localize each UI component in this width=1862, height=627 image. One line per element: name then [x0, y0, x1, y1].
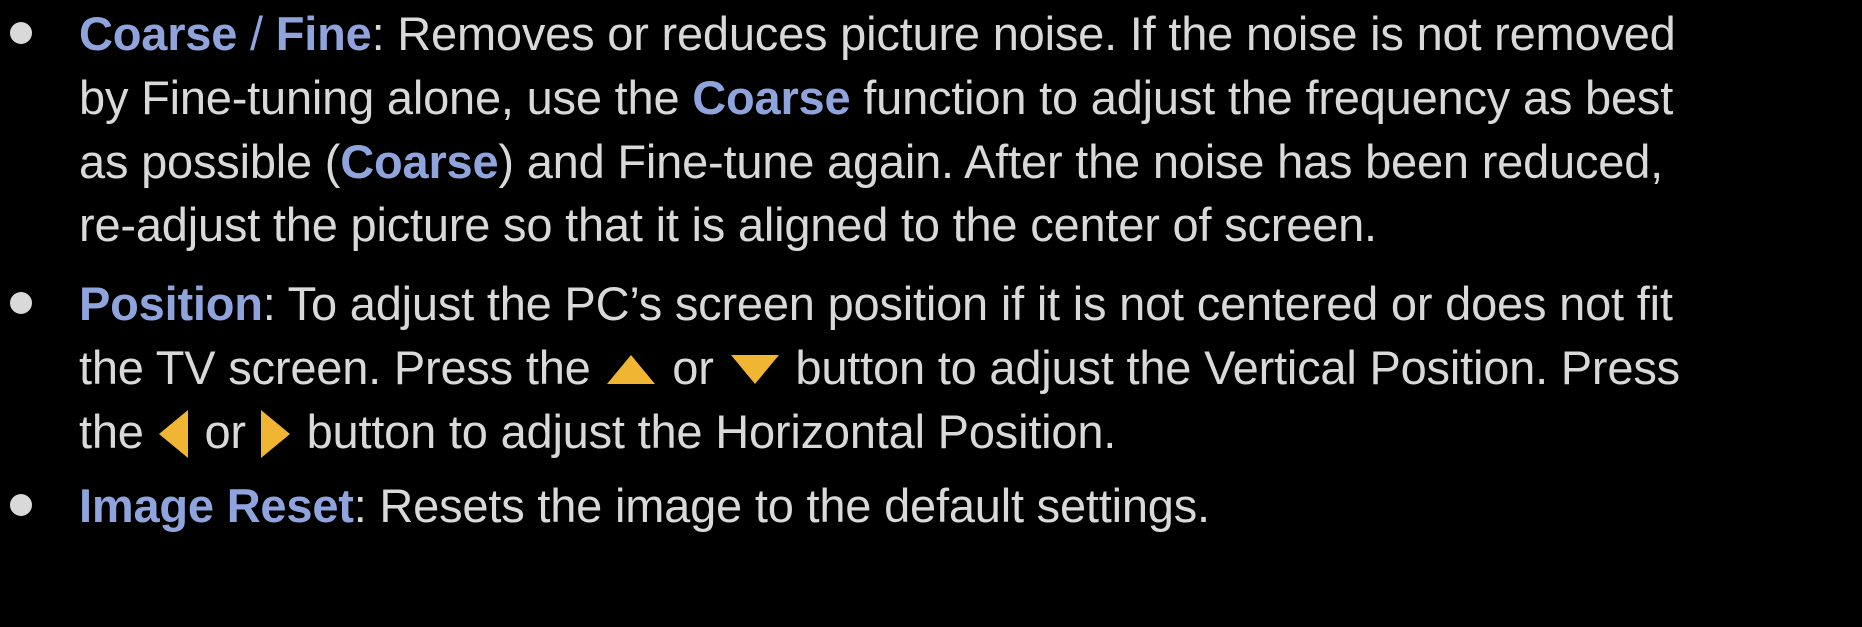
description-text: ) and Fine-tune again. After the noise h… [498, 135, 1664, 188]
term-coarse: Coarse [79, 7, 238, 60]
description-text: the [79, 405, 157, 458]
description-text: : Resets the image to the default settin… [353, 479, 1210, 532]
text-line: Position: To adjust the PC’s screen posi… [79, 276, 1673, 332]
up-arrow-icon [607, 355, 656, 385]
description-text: as possible ( [79, 135, 341, 188]
bullet-dot [10, 22, 32, 44]
description-text: by Fine-tuning alone, use the [79, 71, 693, 124]
description-text: : To adjust the PC’s screen position if … [262, 277, 1673, 330]
bullet-list: Coarse / Fine: Removes or reduces pictur… [0, 0, 1862, 627]
description-text: : Removes or reduces picture noise. If t… [371, 7, 1676, 60]
text-line: by Fine-tuning alone, use the Coarse fun… [79, 70, 1673, 126]
description-text: the TV screen. Press the [79, 341, 604, 394]
term-position: Position [79, 277, 263, 330]
down-arrow-icon [730, 355, 779, 385]
text-line: re-adjust the picture so that it is alig… [79, 197, 1377, 253]
description-text: function to adjust the frequency as best [850, 71, 1674, 124]
term-separator: / [237, 7, 276, 60]
right-arrow-icon [260, 409, 290, 458]
description-text: or [191, 405, 259, 458]
term-fine: Fine [275, 7, 372, 60]
description-text: button to adjust the Vertical Position. … [782, 341, 1680, 394]
description-text: button to adjust the Horizontal Position… [293, 405, 1117, 458]
text-line: the or button to adjust the Horizontal P… [79, 404, 1116, 460]
term-coarse: Coarse [340, 135, 499, 188]
text-line: as possible (Coarse) and Fine-tune again… [79, 134, 1663, 190]
term-coarse: Coarse [692, 71, 851, 124]
text-line: the TV screen. Press the or button to ad… [79, 340, 1680, 396]
left-arrow-icon [158, 409, 188, 458]
text-line: Coarse / Fine: Removes or reduces pictur… [79, 6, 1676, 62]
bullet-dot [10, 494, 32, 516]
text-line: Image Reset: Resets the image to the def… [79, 478, 1210, 534]
description-text: re-adjust the picture so that it is alig… [79, 198, 1377, 251]
bullet-dot [10, 292, 32, 314]
description-text: or [659, 341, 727, 394]
term-image-reset: Image Reset [79, 479, 354, 532]
